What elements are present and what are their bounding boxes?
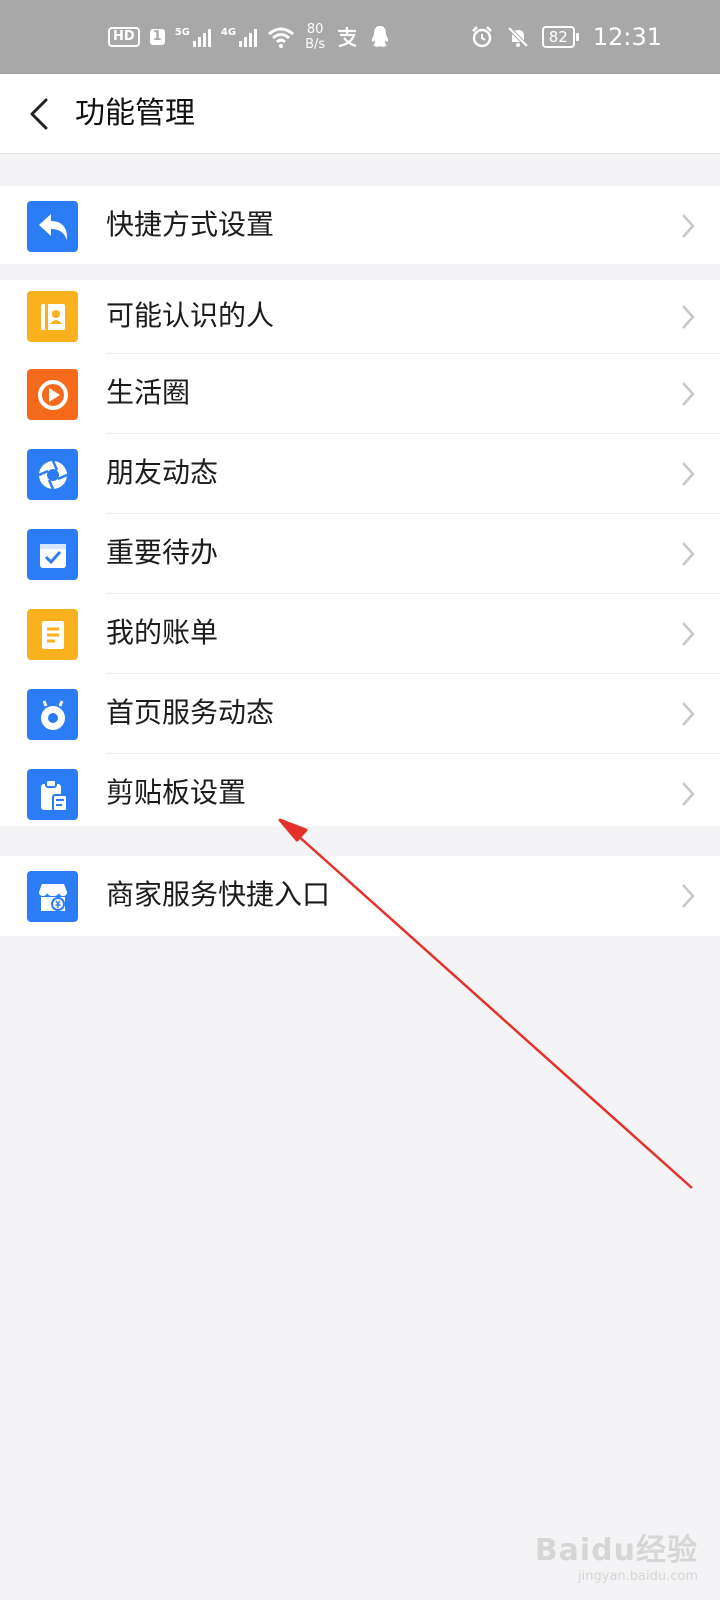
watermark-logo: Baidu经验 xyxy=(534,1533,698,1568)
speed-value: 80 xyxy=(306,22,324,37)
chevron-right-icon xyxy=(682,622,695,646)
chevron-right-icon xyxy=(682,702,695,726)
status-left: HD 1 5G 4G 80 B/s xyxy=(108,0,391,74)
chevron-left-icon[interactable] xyxy=(22,92,62,136)
list-item-friend-updates[interactable]: 朋友动态 xyxy=(0,434,720,514)
network-speed: 80 B/s xyxy=(305,22,325,52)
clipboard-icon xyxy=(27,769,78,820)
list-item-shortcut-settings[interactable]: 快捷方式设置 xyxy=(0,186,720,264)
sim-indicator: 1 xyxy=(149,29,165,45)
qq-icon xyxy=(372,26,389,47)
alipay-icon xyxy=(338,27,357,48)
mute-bell-icon xyxy=(507,26,529,48)
list-item-label: 可能认识的人 xyxy=(106,299,275,332)
settings-group-1: 快捷方式设置 xyxy=(0,186,720,264)
list-item-label: 生活圈 xyxy=(106,376,191,409)
aperture-icon xyxy=(27,449,78,500)
chevron-right-icon xyxy=(682,462,695,486)
wifi-icon xyxy=(268,27,295,48)
page-title: 功能管理 xyxy=(75,96,195,131)
chevron-right-icon xyxy=(682,542,695,566)
network-4g-label: 4G xyxy=(220,27,237,38)
list-item-label: 首页服务动态 xyxy=(106,696,275,729)
signal-4g-icon: 4G xyxy=(220,27,258,47)
list-item-label: 我的账单 xyxy=(106,616,219,649)
clock: 12:31 xyxy=(592,23,662,51)
list-item-people-you-may-know[interactable]: 可能认识的人 xyxy=(0,280,720,354)
checkbox-icon xyxy=(27,529,78,580)
signal-5g-icon: 5G xyxy=(175,27,211,47)
watermark-url: jingyan.baidu.com xyxy=(578,1569,698,1584)
list-item-label: 剪贴板设置 xyxy=(106,776,247,809)
settings-group-3: 商家服务快捷入口 xyxy=(0,856,720,936)
app-header: 功能管理 xyxy=(0,74,720,154)
play-circle-icon xyxy=(27,369,78,420)
status-bar: HD 1 5G 4G 80 B/s 82 12:31 xyxy=(0,0,720,74)
chevron-right-icon xyxy=(682,782,695,806)
store-icon xyxy=(27,871,78,922)
chevron-right-icon xyxy=(682,305,695,329)
speed-unit: B/s xyxy=(305,37,326,52)
baidu-watermark: Baidu经验 jingyan.baidu.com xyxy=(535,1525,698,1584)
service-bell-icon xyxy=(27,689,78,740)
alarm-icon xyxy=(471,26,492,48)
list-item-important-todo[interactable]: 重要待办 xyxy=(0,514,720,594)
status-right: 82 12:31 xyxy=(470,0,662,74)
network-5g-label: 5G xyxy=(174,27,190,38)
list-item-label: 重要待办 xyxy=(106,536,219,569)
list-item-merchant-shortcut[interactable]: 商家服务快捷入口 xyxy=(0,856,720,936)
reply-arrow-icon xyxy=(27,201,78,252)
list-item-life-circle[interactable]: 生活圈 xyxy=(0,354,720,434)
bill-icon xyxy=(27,609,78,660)
list-item-label: 商家服务快捷入口 xyxy=(106,878,331,911)
battery-icon: 82 xyxy=(541,26,579,48)
list-item-label: 朋友动态 xyxy=(106,456,219,489)
list-item-my-bills[interactable]: 我的账单 xyxy=(0,594,720,674)
settings-group-2: 可能认识的人 生活圈 朋友动态 重要待办 我的账单 首页服务动态 剪贴板设置 xyxy=(0,280,720,826)
contact-card-icon xyxy=(27,291,78,342)
chevron-right-icon xyxy=(682,382,695,406)
list-item-clipboard-settings[interactable]: 剪贴板设置 xyxy=(0,754,720,834)
list-item-label: 快捷方式设置 xyxy=(106,208,275,241)
chevron-right-icon xyxy=(682,884,695,908)
chevron-right-icon xyxy=(682,214,695,238)
hd-indicator: HD xyxy=(108,27,140,47)
list-item-homepage-service-updates[interactable]: 首页服务动态 xyxy=(0,674,720,754)
